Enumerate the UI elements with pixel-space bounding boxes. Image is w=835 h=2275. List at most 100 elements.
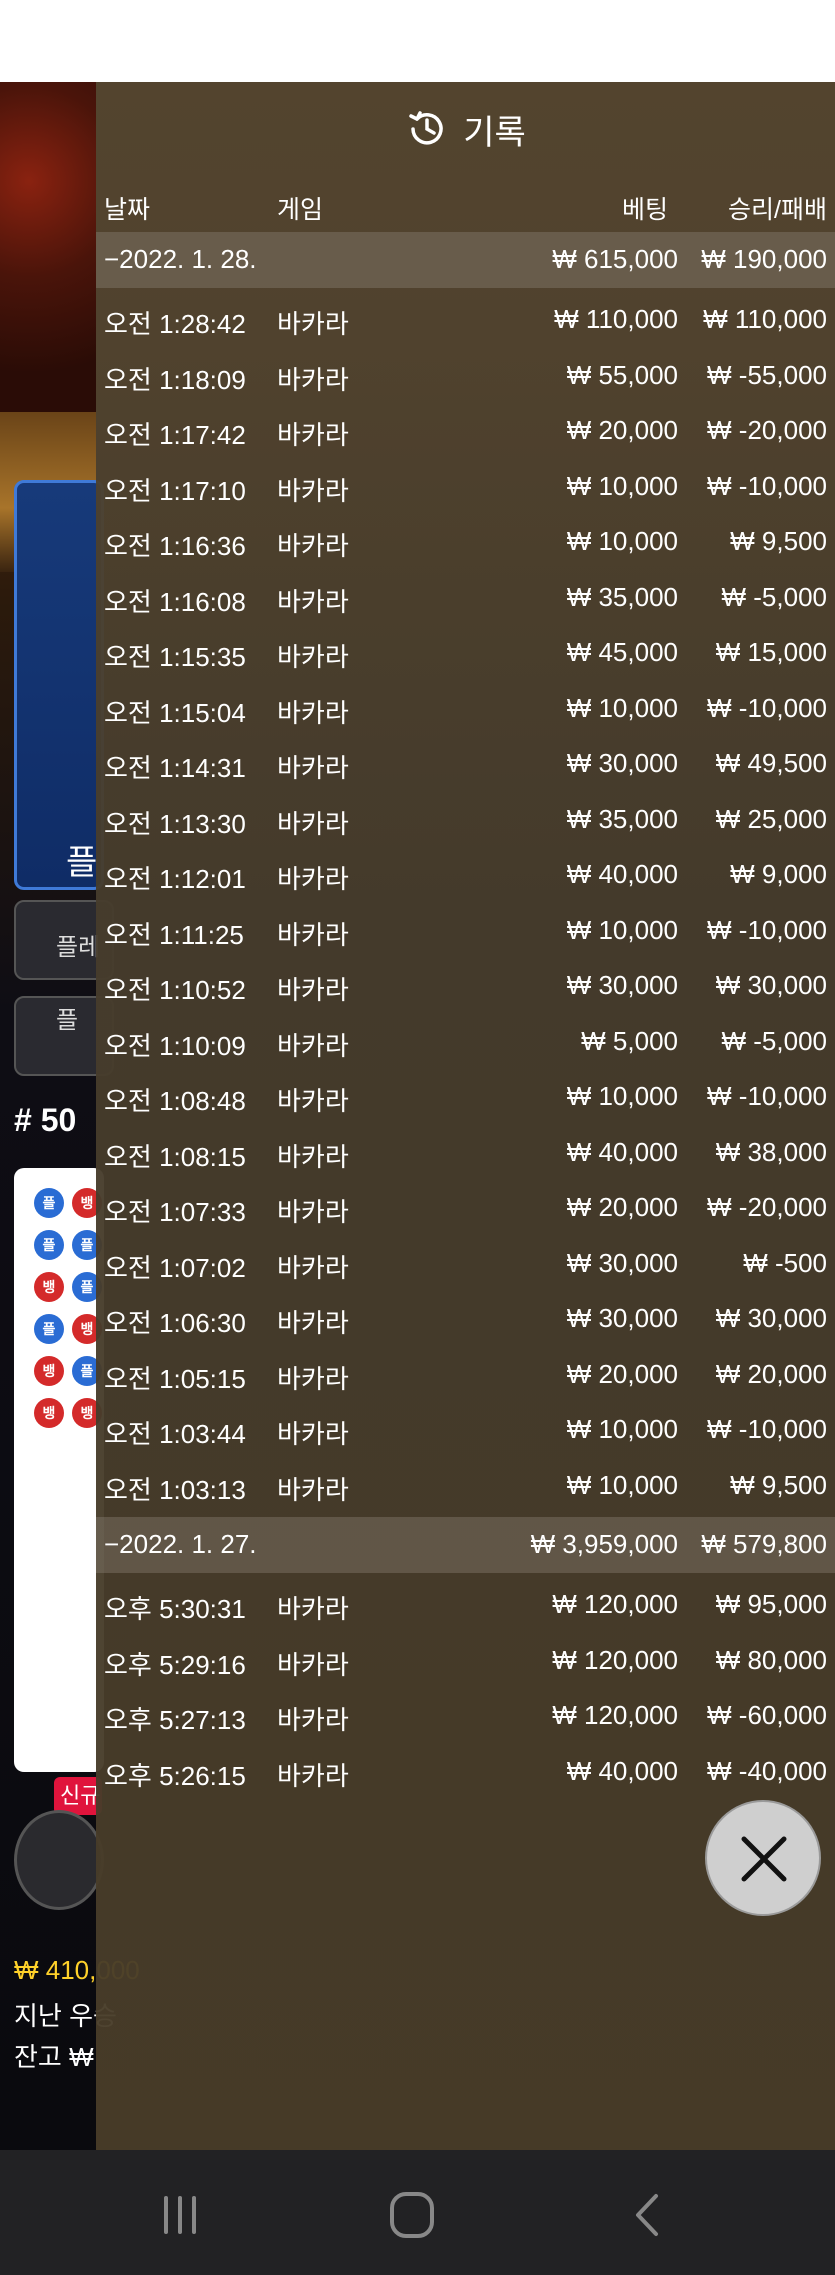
close-icon [741,1836,787,1882]
history-row: 오전 1:16:08 바카라 ₩ 35,000 ₩ -5,000 [96,570,835,625]
row-game: 바카라 [277,1308,349,1338]
row-time: 오전 1:10:52 [104,975,246,1005]
history-row: 오전 1:11:25 바카라 ₩ 10,000 ₩ -10,000 [96,903,835,958]
history-row: 오전 1:15:35 바카라 ₩ 45,000 ₩ 15,000 [96,625,835,680]
row-result: ₩ -55,000 [707,360,827,390]
row-game: 바카라 [277,309,349,339]
row-game: 바카라 [277,531,349,561]
header-result: 승리/패배 [728,196,827,224]
chip-selector[interactable] [14,1810,104,1910]
row-time: 오전 1:18:09 [104,365,246,395]
row-time: 오후 5:27:13 [104,1705,246,1735]
row-bet: ₩ 110,000 [554,304,678,334]
row-result: ₩ -20,000 [707,1192,827,1222]
group-total-result: ₩ 190,000 [701,244,827,274]
row-time: 오전 1:28:42 [104,309,246,339]
bead-banker: 뱅 [34,1398,64,1428]
row-game: 바카라 [277,1197,349,1227]
row-result: ₩ 110,000 [703,304,827,334]
row-result: ₩ -10,000 [707,471,827,501]
row-result: ₩ 25,000 [715,804,827,834]
row-game: 바카라 [277,1031,349,1061]
row-result: ₩ 9,500 [730,526,827,556]
row-result: ₩ -40,000 [707,1756,827,1786]
row-game: 바카라 [277,1650,349,1680]
header-date: 날짜 [104,196,151,224]
row-time: 오후 5:30:31 [104,1594,246,1624]
history-row: 오전 1:17:42 바카라 ₩ 20,000 ₩ -20,000 [96,403,835,458]
row-bet: ₩ 10,000 [566,526,678,556]
row-game: 바카라 [277,864,349,894]
row-time: 오전 1:13:30 [104,809,246,839]
row-time: 오후 5:26:15 [104,1761,246,1791]
bead-player: 플 [34,1230,64,1260]
history-row: 오후 5:27:13 바카라 ₩ 120,000 ₩ -60,000 [96,1688,835,1743]
row-bet: ₩ 10,000 [566,1470,678,1500]
history-row: 오전 1:28:42 바카라 ₩ 110,000 ₩ 110,000 [96,292,835,347]
row-result: ₩ 15,000 [715,637,827,667]
row-time: 오전 1:17:10 [104,476,246,506]
row-time: 오전 1:16:36 [104,531,246,561]
row-time: 오전 1:14:31 [104,753,246,783]
history-row: 오전 1:06:30 바카라 ₩ 30,000 ₩ 30,000 [96,1291,835,1346]
status-bar [0,0,835,82]
row-bet: ₩ 30,000 [566,748,678,778]
row-time: 오전 1:07:02 [104,1253,246,1283]
row-game: 바카라 [277,809,349,839]
history-row: 오전 1:13:30 바카라 ₩ 35,000 ₩ 25,000 [96,792,835,847]
row-bet: ₩ 20,000 [566,1359,678,1389]
history-row: 오전 1:17:10 바카라 ₩ 10,000 ₩ -10,000 [96,459,835,514]
row-bet: ₩ 120,000 [552,1589,678,1619]
history-row: 오전 1:15:04 바카라 ₩ 10,000 ₩ -10,000 [96,681,835,736]
row-game: 바카라 [277,1086,349,1116]
group-date: −2022. 1. 27. [104,1529,257,1559]
row-bet: ₩ 30,000 [566,1248,678,1278]
recent-apps-icon[interactable] [150,2190,210,2240]
row-bet: ₩ 35,000 [566,804,678,834]
row-result: ₩ -5,000 [721,582,828,612]
column-headers: 날짜 게임 베팅 승리/패배 [96,176,835,232]
row-time: 오후 5:29:16 [104,1650,246,1680]
row-game: 바카라 [277,1475,349,1505]
row-result: ₩ 30,000 [715,970,827,1000]
row-result: ₩ 80,000 [715,1645,827,1675]
row-result: ₩ -10,000 [707,693,827,723]
back-icon[interactable] [616,2190,676,2240]
player-bet-area[interactable] [14,480,104,890]
row-result: ₩ 38,000 [715,1137,827,1167]
home-icon[interactable] [382,2190,442,2240]
row-time: 오전 1:06:30 [104,1308,246,1338]
row-result: ₩ 30,000 [715,1303,827,1333]
close-button[interactable] [705,1800,821,1916]
row-game: 바카라 [277,642,349,672]
row-result: ₩ -5,000 [721,1026,828,1056]
row-time: 오전 1:10:09 [104,1031,246,1061]
row-bet: ₩ 35,000 [566,582,678,612]
bead-road: 플 뱅 플 플 뱅 플 플 뱅 뱅 플 뱅 뱅 [14,1168,104,1772]
row-game: 바카라 [277,1705,349,1735]
row-result: ₩ -500 [743,1248,827,1278]
history-row: 오전 1:18:09 바카라 ₩ 55,000 ₩ -55,000 [96,348,835,403]
row-bet: ₩ 40,000 [566,1137,678,1167]
background-scenery [0,82,96,412]
navigation-bar [0,2150,835,2275]
history-row: 오전 1:07:02 바카라 ₩ 30,000 ₩ -500 [96,1236,835,1291]
row-result: ₩ 49,500 [715,748,827,778]
history-row: 오전 1:08:15 바카라 ₩ 40,000 ₩ 38,000 [96,1125,835,1180]
history-row: 오전 1:03:44 바카라 ₩ 10,000 ₩ -10,000 [96,1402,835,1457]
bead-player: 플 [34,1188,64,1218]
row-game: 바카라 [277,975,349,1005]
row-bet: ₩ 20,000 [566,1192,678,1222]
history-row: 오후 5:29:16 바카라 ₩ 120,000 ₩ 80,000 [96,1633,835,1688]
row-time: 오전 1:08:15 [104,1142,246,1172]
history-icon [409,111,443,145]
row-bet: ₩ 120,000 [552,1645,678,1675]
row-game: 바카라 [277,753,349,783]
date-group-header[interactable]: −2022. 1. 28. ₩ 615,000 ₩ 190,000 [96,232,835,288]
row-bet: ₩ 40,000 [566,1756,678,1786]
row-game: 바카라 [277,1364,349,1394]
history-row: 오전 1:10:09 바카라 ₩ 5,000 ₩ -5,000 [96,1014,835,1069]
group-total-result: ₩ 579,800 [701,1529,827,1559]
date-group-header[interactable]: −2022. 1. 27. ₩ 3,959,000 ₩ 579,800 [96,1517,835,1573]
group-date: −2022. 1. 28. [104,244,257,274]
